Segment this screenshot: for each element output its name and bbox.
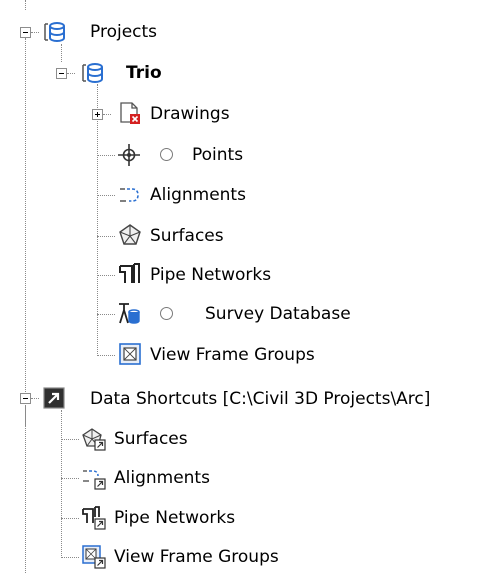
points-icon — [117, 143, 141, 167]
drawing-error-icon — [118, 101, 142, 125]
survey-database-label: Survey Database — [205, 304, 351, 324]
project-name-label: Trio — [126, 63, 162, 83]
collapse-toggle[interactable] — [20, 393, 31, 404]
surfaces-icon — [118, 223, 142, 247]
data-shortcuts-label: Data Shortcuts [C:\Civil 3D Projects\Arc… — [90, 389, 431, 409]
projects-database-icon — [42, 20, 66, 44]
pipe-networks-label: Pipe Networks — [150, 265, 272, 285]
points-status-radio — [160, 148, 173, 161]
projects-label: Projects — [90, 22, 158, 42]
alignments-shortcut-icon — [82, 466, 106, 490]
collapse-toggle[interactable] — [56, 68, 67, 79]
collapse-toggle[interactable] — [20, 27, 31, 38]
shortcut-alignments-label: Alignments — [114, 468, 210, 488]
survey-database-icon — [117, 301, 141, 325]
surfaces-label: Surfaces — [150, 226, 224, 246]
data-shortcuts-icon — [42, 386, 66, 410]
pipe-networks-shortcut-icon — [82, 506, 106, 530]
view-frame-groups-label: View Frame Groups — [150, 345, 315, 365]
drawings-label: Drawings — [150, 104, 230, 124]
expand-toggle[interactable] — [92, 109, 103, 120]
shortcut-surfaces-label: Surfaces — [114, 429, 188, 449]
points-label: Points — [192, 145, 244, 165]
view-frame-groups-shortcut-icon — [82, 545, 106, 569]
pipe-networks-icon — [118, 262, 142, 286]
shortcut-view-frame-groups-label: View Frame Groups — [114, 547, 279, 567]
alignments-label: Alignments — [150, 185, 246, 205]
surfaces-shortcut-icon — [82, 427, 106, 451]
survey-status-radio — [160, 307, 173, 320]
alignments-icon — [118, 183, 142, 207]
shortcut-pipe-networks-label: Pipe Networks — [114, 508, 236, 528]
project-database-icon — [80, 61, 104, 85]
view-frame-groups-icon — [118, 342, 142, 366]
